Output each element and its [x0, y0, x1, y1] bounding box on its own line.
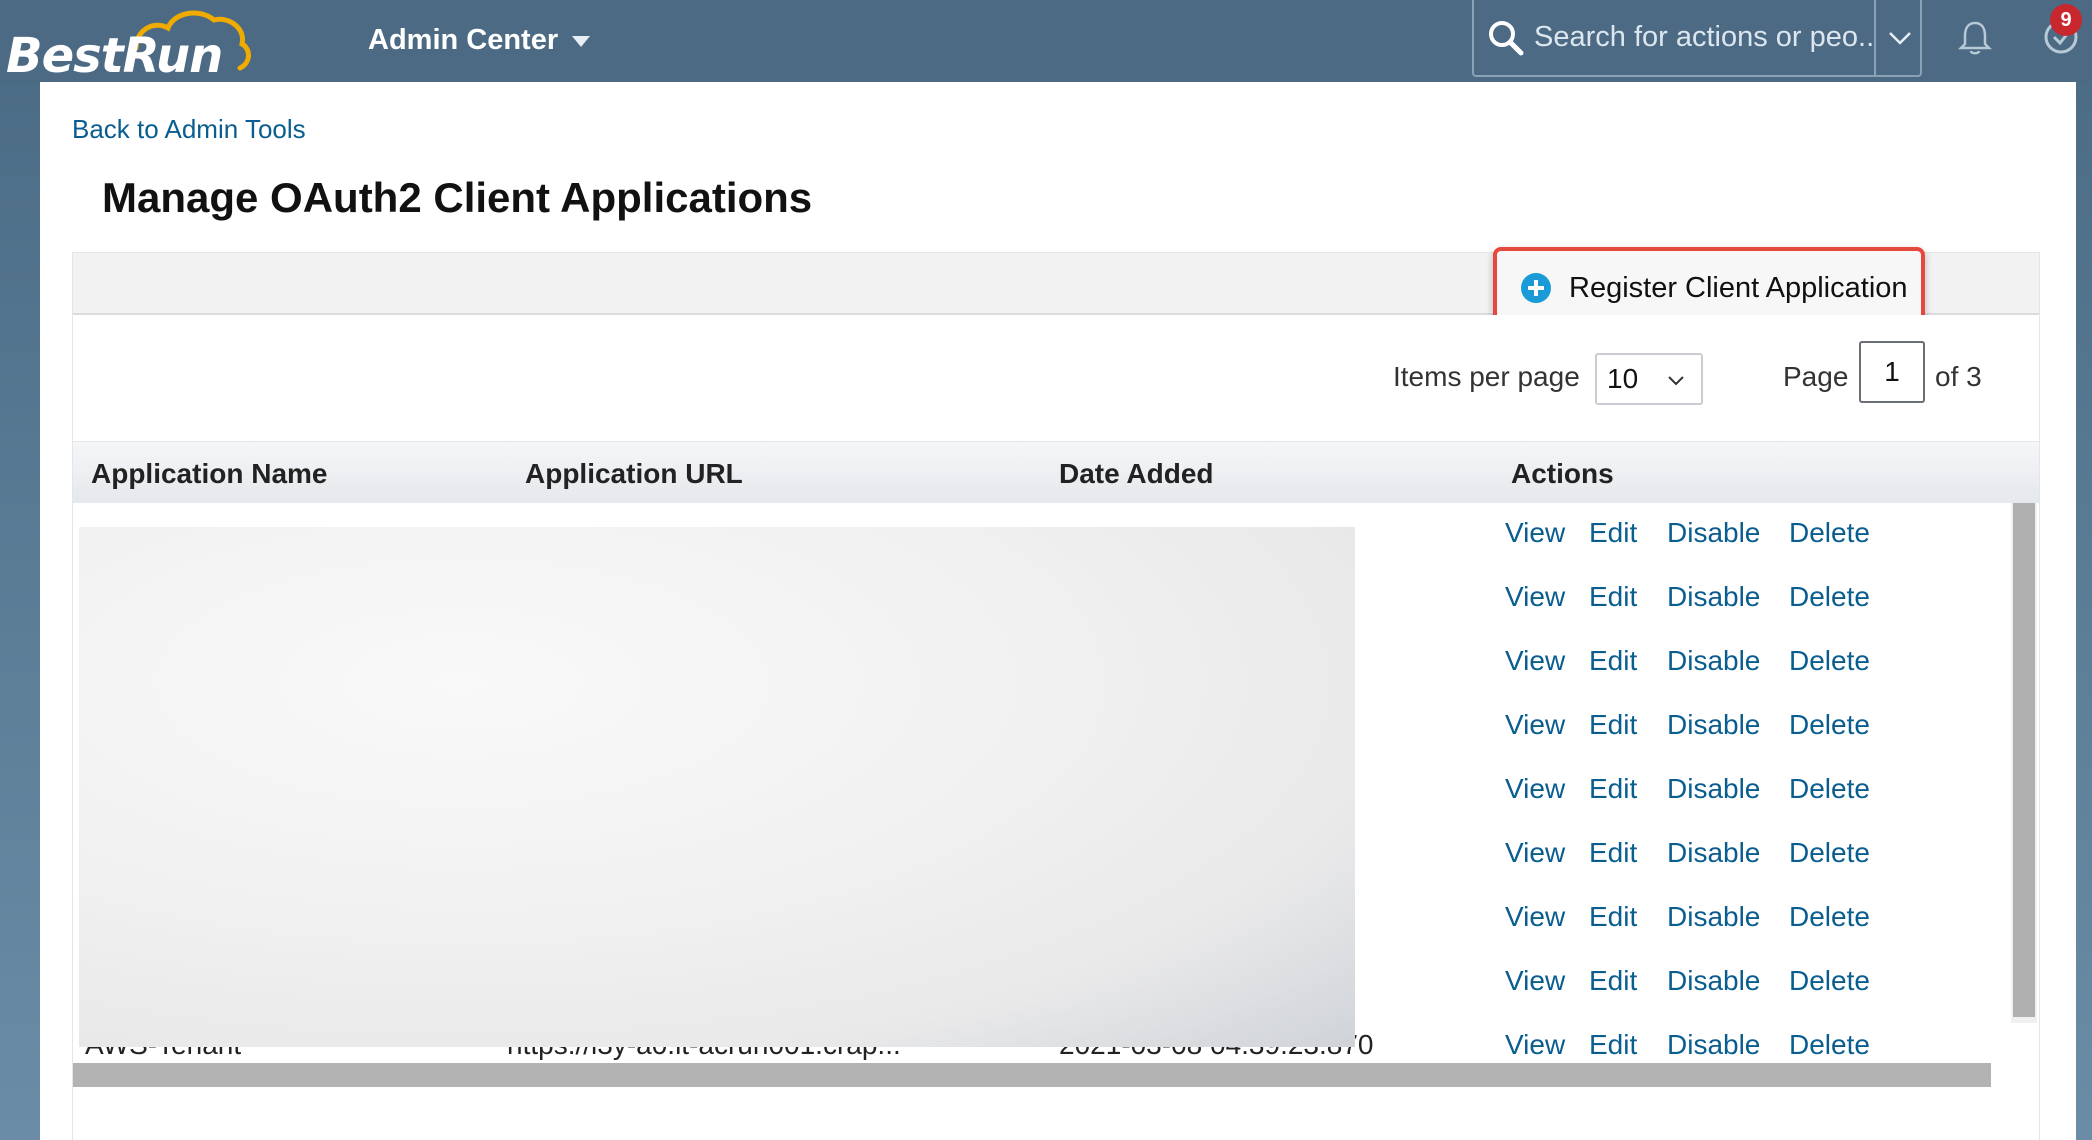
items-per-page-select[interactable]: 10: [1595, 353, 1703, 405]
edit-link[interactable]: Edit: [1589, 965, 1637, 997]
edit-link[interactable]: Edit: [1589, 581, 1637, 613]
horizontal-scrollbar[interactable]: [73, 1063, 1991, 1087]
view-link[interactable]: View: [1505, 837, 1565, 869]
column-header-date-added[interactable]: Date Added: [1059, 458, 1214, 490]
column-header-actions: Actions: [1511, 458, 1614, 489]
vertical-scrollbar-thumb[interactable]: [2013, 503, 2035, 1017]
disable-link[interactable]: Disable: [1667, 837, 1760, 869]
search-divider: [1874, 0, 1876, 75]
disable-link[interactable]: Disable: [1667, 965, 1760, 997]
edit-link[interactable]: Edit: [1589, 837, 1637, 869]
view-link[interactable]: View: [1505, 581, 1565, 613]
chevron-down-icon[interactable]: [1884, 22, 1916, 54]
redacted-area: [79, 527, 1355, 1047]
search-input[interactable]: [1534, 21, 1874, 54]
view-link[interactable]: View: [1505, 965, 1565, 997]
page-total-label: of 3: [1935, 361, 1982, 392]
disable-link[interactable]: Disable: [1667, 517, 1760, 549]
caret-down-icon: [572, 35, 591, 47]
edit-link[interactable]: Edit: [1589, 517, 1637, 549]
delete-link[interactable]: Delete: [1789, 1029, 1870, 1061]
delete-link[interactable]: Delete: [1789, 709, 1870, 741]
view-link[interactable]: View: [1505, 773, 1565, 805]
bell-icon[interactable]: [1955, 18, 1995, 58]
toolbar: Register Client Application: [73, 247, 2039, 329]
admin-center-label: Admin Center: [368, 23, 559, 56]
column-header-application-url[interactable]: Application URL: [525, 458, 743, 490]
view-link[interactable]: View: [1505, 645, 1565, 677]
delete-link[interactable]: Delete: [1789, 901, 1870, 933]
admin-center-menu[interactable]: Admin Center: [368, 20, 591, 60]
applications-panel: Register Client Application Items per pa…: [72, 247, 2040, 1140]
edit-link[interactable]: Edit: [1589, 1029, 1637, 1061]
shell-bar: BestRun Admin Center 9: [0, 0, 2092, 84]
pager: Items per page 10 Page of 3: [73, 315, 2039, 435]
page-number-input[interactable]: [1859, 341, 1925, 403]
disable-link[interactable]: Disable: [1667, 773, 1760, 805]
items-per-page-value: 10: [1607, 363, 1639, 394]
disable-link[interactable]: Disable: [1667, 581, 1760, 613]
search-icon[interactable]: [1484, 16, 1528, 60]
page-label: Page: [1783, 361, 1849, 392]
delete-link[interactable]: Delete: [1789, 645, 1870, 677]
edit-link[interactable]: Edit: [1589, 901, 1637, 933]
column-header-application-name[interactable]: Application Name: [91, 458, 327, 490]
delete-link[interactable]: Delete: [1789, 965, 1870, 997]
plus-circle-icon: [1521, 273, 1551, 303]
disable-link[interactable]: Disable: [1667, 709, 1760, 741]
edit-link[interactable]: Edit: [1589, 773, 1637, 805]
disable-link[interactable]: Disable: [1667, 901, 1760, 933]
chevron-down-icon: [1668, 376, 1684, 386]
table-header: Application Name Application URL Date Ad…: [73, 441, 2039, 503]
delete-link[interactable]: Delete: [1789, 581, 1870, 613]
view-link[interactable]: View: [1505, 901, 1565, 933]
delete-link[interactable]: Delete: [1789, 773, 1870, 805]
edit-link[interactable]: Edit: [1589, 645, 1637, 677]
disable-link[interactable]: Disable: [1667, 645, 1760, 677]
delete-link[interactable]: Delete: [1789, 837, 1870, 869]
items-per-page-label: Items per page: [1393, 361, 1580, 392]
register-label: Register Client Application: [1569, 271, 1908, 304]
view-link[interactable]: View: [1505, 1029, 1565, 1061]
view-link[interactable]: View: [1505, 709, 1565, 741]
edit-link[interactable]: Edit: [1589, 709, 1637, 741]
page-title: Manage OAuth2 Client Applications: [102, 174, 813, 221]
disable-link[interactable]: Disable: [1667, 1029, 1760, 1061]
delete-link[interactable]: Delete: [1789, 517, 1870, 549]
main-page: Back to Admin Tools Manage OAuth2 Client…: [40, 82, 2076, 1140]
back-to-admin-tools-link[interactable]: Back to Admin Tools: [72, 114, 306, 145]
notification-badge: 9: [2050, 4, 2082, 36]
bestrun-logo[interactable]: BestRun: [6, 6, 251, 84]
table-body: View Edit Disable Delete View Edit Disable Dele…: [73, 503, 2039, 1063]
logo-text: BestRun: [6, 28, 223, 84]
view-link[interactable]: View: [1505, 517, 1565, 549]
search-box: [1472, 0, 1922, 77]
